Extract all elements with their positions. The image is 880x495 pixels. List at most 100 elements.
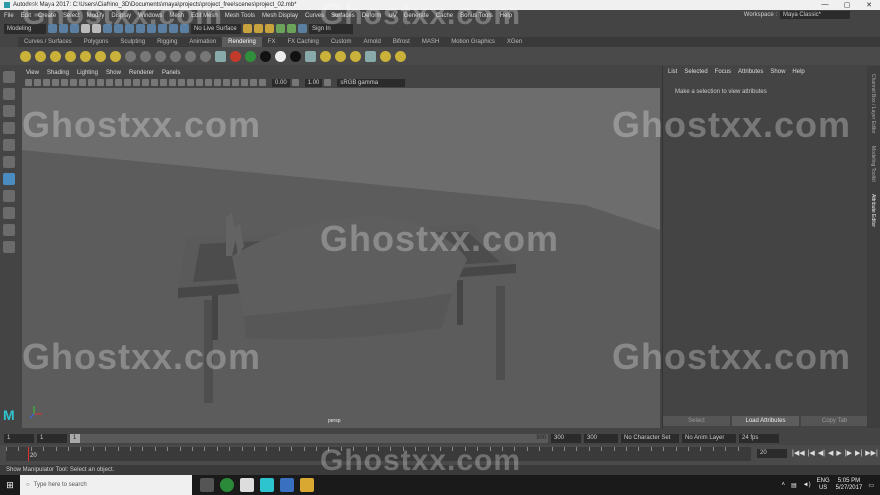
photos-icon[interactable] (240, 478, 254, 492)
copy-tab-button[interactable]: Copy Tab (801, 416, 868, 426)
windows-start-icon[interactable]: ⊞ (0, 475, 20, 495)
move-tool-icon[interactable] (3, 122, 15, 134)
shelf-tab-fx[interactable]: FX (262, 37, 282, 47)
black-shader-icon[interactable] (260, 50, 271, 62)
media-icon[interactable] (280, 478, 294, 492)
panel-menu-renderer[interactable]: Renderer (129, 70, 154, 76)
utorrent-icon[interactable] (220, 478, 234, 492)
outliner-layout-icon[interactable] (3, 241, 15, 253)
shelf-tab-polygons[interactable]: Polygons (78, 37, 115, 47)
anim-layer-field[interactable]: No Anim Layer (682, 433, 736, 443)
shelf-tab-custom[interactable]: Custom (325, 37, 358, 47)
shelf-tab-xgen[interactable]: XGen (501, 37, 528, 47)
render-frame-icon[interactable] (254, 24, 263, 33)
blinn-shader-icon[interactable] (140, 50, 151, 62)
four-view-layout-icon[interactable] (3, 207, 15, 219)
character-set-field[interactable]: No Character Set (621, 433, 679, 443)
render-layer-icon[interactable] (395, 50, 406, 62)
network-icon[interactable]: ▤ (791, 482, 797, 489)
render-view-icon[interactable] (243, 24, 252, 33)
shelf-tab-rigging[interactable]: Rigging (151, 37, 183, 47)
wireframe-icon[interactable] (133, 79, 140, 86)
area-light-icon[interactable] (95, 50, 106, 62)
step-back-frame-icon[interactable]: ◀| (818, 449, 825, 457)
paint-select-icon[interactable] (3, 105, 15, 117)
batch-render-icon[interactable] (350, 50, 361, 62)
film-gate-icon[interactable] (79, 79, 86, 86)
shelf-tab-motion-graphics[interactable]: Motion Graphics (445, 37, 501, 47)
shelf-tab-rendering[interactable]: Rendering (222, 37, 262, 47)
action-center-icon[interactable]: ▭ (868, 482, 874, 489)
panel-menu-view[interactable]: View (26, 70, 39, 76)
maximize-button[interactable]: ▢ (836, 1, 858, 9)
shelf-tab-mash[interactable]: MASH (416, 37, 445, 47)
attr-menu-selected[interactable]: Selected (684, 69, 707, 75)
panel-menu-panels[interactable]: Panels (162, 70, 180, 76)
toon-shader-icon[interactable] (290, 50, 301, 62)
scale-tool-icon[interactable] (3, 156, 15, 168)
shelf-tab-sculpting[interactable]: Sculpting (114, 37, 151, 47)
task-view-icon[interactable] (200, 478, 214, 492)
maya-taskbar-icon[interactable] (260, 478, 274, 492)
render-settings-icon[interactable] (276, 24, 285, 33)
directional-light-icon[interactable] (50, 50, 61, 62)
minimize-button[interactable]: — (814, 1, 836, 9)
view-transform-dropdown[interactable]: sRGB gamma (337, 78, 406, 87)
wireframe-on-shaded-icon[interactable] (151, 79, 158, 86)
language-indicator[interactable]: ENG US (817, 478, 830, 492)
select-camera-icon[interactable] (25, 79, 32, 86)
attr-menu-focus[interactable]: Focus (715, 69, 731, 75)
hypershade-shelf-icon[interactable] (305, 50, 316, 62)
resolution-gate-icon[interactable] (88, 79, 95, 86)
menu-file[interactable]: File (4, 13, 14, 19)
volume-light-icon[interactable] (110, 50, 121, 62)
go-to-start-icon[interactable]: |◀◀ (792, 449, 805, 457)
safe-title-icon[interactable] (124, 79, 131, 86)
clock[interactable]: 5:05 PM 5/27/2017 (836, 478, 863, 492)
attribute-editor-tab[interactable]: Attribute Editor (870, 194, 876, 227)
play-backwards-icon[interactable]: ◀ (828, 449, 833, 457)
playback-end-field[interactable]: 300 (551, 433, 581, 443)
anisotropic-shader-icon[interactable] (185, 50, 196, 62)
safe-action-icon[interactable] (115, 79, 122, 86)
go-to-end-icon[interactable]: ▶▶| (865, 449, 878, 457)
attr-menu-help[interactable]: Help (792, 69, 804, 75)
panel-menu-lighting[interactable]: Lighting (77, 70, 98, 76)
render-view-shelf-icon[interactable] (365, 50, 376, 62)
animation-end-field[interactable]: 300 (584, 433, 618, 443)
load-attributes-button[interactable]: Load Attributes (732, 416, 799, 426)
field-chart-icon[interactable] (106, 79, 113, 86)
file-explorer-icon[interactable] (300, 478, 314, 492)
tray-arrow-icon[interactable]: ˄ (781, 482, 785, 488)
ambient-light-icon[interactable] (35, 50, 46, 62)
taskbar-search[interactable]: ○ Type here to search (20, 475, 192, 495)
current-frame-field[interactable]: 20 (757, 449, 787, 458)
use-lights-icon[interactable] (169, 79, 176, 86)
use-background-icon[interactable] (245, 50, 256, 62)
menu-mesh-display[interactable]: Mesh Display (262, 13, 298, 19)
animation-start-field[interactable]: 1 (4, 433, 34, 443)
phong-shader-icon[interactable] (155, 50, 166, 62)
range-slider[interactable]: 1 300 (70, 433, 548, 443)
xray-components-icon[interactable] (250, 79, 257, 86)
point-light-icon[interactable] (65, 50, 76, 62)
fps-dropdown[interactable]: 24 fps (739, 433, 779, 443)
bookmarks-icon[interactable] (52, 79, 59, 86)
channel-box-tab[interactable]: Channel Box / Layer Editor (870, 74, 876, 134)
single-perspective-layout-icon[interactable] (3, 190, 15, 202)
render-current-icon[interactable] (320, 50, 331, 62)
panel-menu-show[interactable]: Show (106, 70, 121, 76)
modeling-toolkit-tab[interactable]: Modeling Toolkit (870, 146, 876, 182)
screen-space-ao-icon[interactable] (187, 79, 194, 86)
smooth-shade-icon[interactable] (142, 79, 149, 86)
gate-mask-icon[interactable] (97, 79, 104, 86)
shelf-tab-bifrost[interactable]: Bifrost (387, 37, 416, 47)
step-forward-key-icon[interactable]: ▶| (855, 449, 862, 457)
grid-icon[interactable] (70, 79, 77, 86)
workspace-dropdown[interactable]: Maya Classic* (780, 11, 850, 19)
close-button[interactable]: ✕ (858, 1, 880, 9)
ipr-shelf-icon[interactable] (335, 50, 346, 62)
lambert-shader-icon[interactable] (125, 50, 136, 62)
depth-of-field-icon[interactable] (214, 79, 221, 86)
white-shader-icon[interactable] (275, 50, 286, 62)
